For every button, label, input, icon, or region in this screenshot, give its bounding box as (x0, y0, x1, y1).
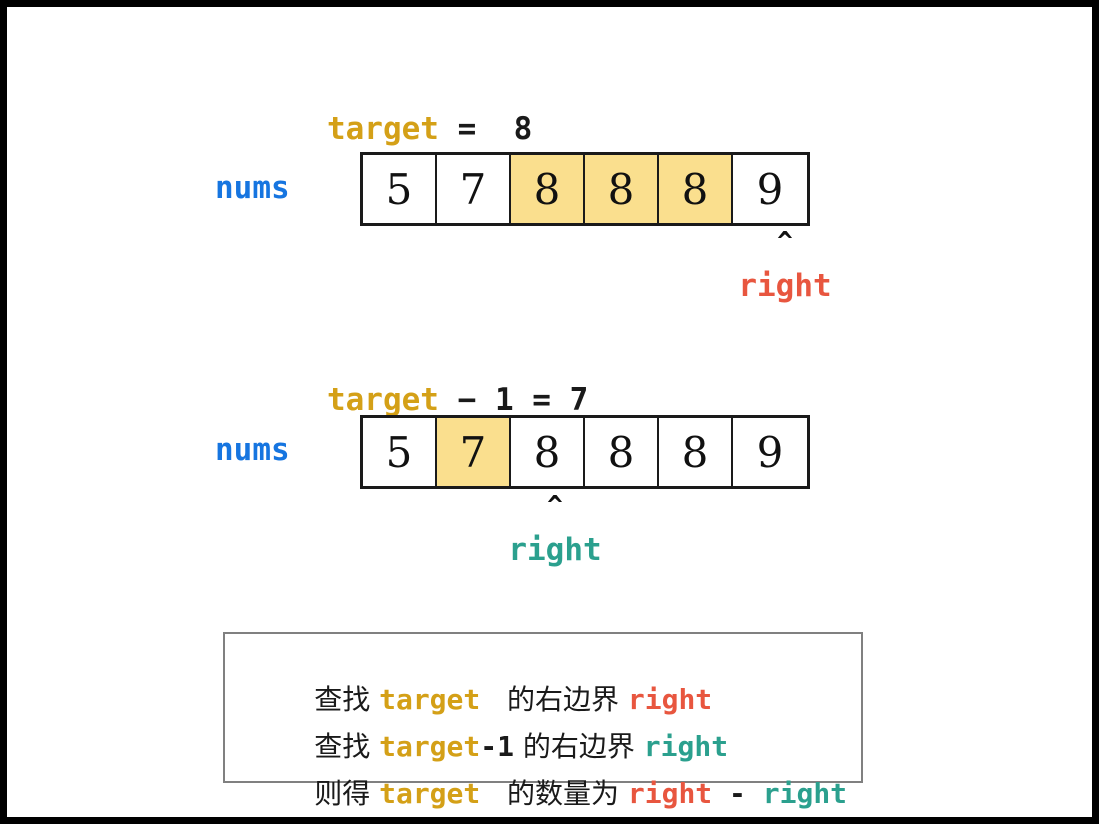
nums-label-upper: nums (215, 170, 290, 206)
pointer-label-right-lower: right (508, 532, 602, 568)
explanation-line-3: 则得 target 的数量为 right - right (243, 752, 847, 836)
array-cell[interactable]: 8 (511, 418, 585, 486)
array-lower: 5 7 8 8 8 9 (360, 415, 810, 489)
pointer-label-right-upper: right (738, 268, 832, 304)
line3-right-token-teal: right (762, 777, 848, 810)
array-cell[interactable]: 8 (511, 155, 585, 223)
array-cell[interactable]: 8 (659, 418, 733, 486)
array-cell[interactable]: 7 (437, 418, 511, 486)
array-cell[interactable]: 9 (733, 155, 807, 223)
nums-label-lower: nums (215, 432, 290, 468)
expression-rest-token: = 8 (438, 111, 533, 147)
expression-target-token: target (326, 111, 439, 147)
line3-middle: 的数量为 (480, 777, 628, 810)
array-cell[interactable]: 7 (437, 155, 511, 223)
expression-target-token: target (326, 382, 439, 418)
line3-right-token-red: right (627, 777, 713, 810)
figure-frame: target = 8 nums 5 7 8 8 8 9 ^ right targ… (0, 0, 1099, 824)
array-upper: 5 7 8 8 8 9 (360, 152, 810, 226)
array-cell[interactable]: 8 (585, 155, 659, 223)
array-cell[interactable]: 5 (363, 155, 437, 223)
array-cell[interactable]: 8 (585, 418, 659, 486)
caret-icon-lower: ^ (547, 491, 563, 521)
array-cell[interactable]: 5 (363, 418, 437, 486)
explanation-box: 查找 target 的右边界 right 查找 target-1 的右边界 ri… (223, 632, 863, 808)
figure-canvas: target = 8 nums 5 7 8 8 8 9 ^ right targ… (7, 7, 1092, 817)
line3-operator: - (712, 777, 763, 810)
array-cell[interactable]: 8 (659, 155, 733, 223)
caret-icon-upper: ^ (777, 227, 793, 257)
line3-prefix: 则得 (314, 777, 380, 810)
expression-rest-token: − 1 = 7 (438, 382, 589, 418)
array-cell[interactable]: 9 (733, 418, 807, 486)
line3-target-token: target (379, 777, 481, 810)
